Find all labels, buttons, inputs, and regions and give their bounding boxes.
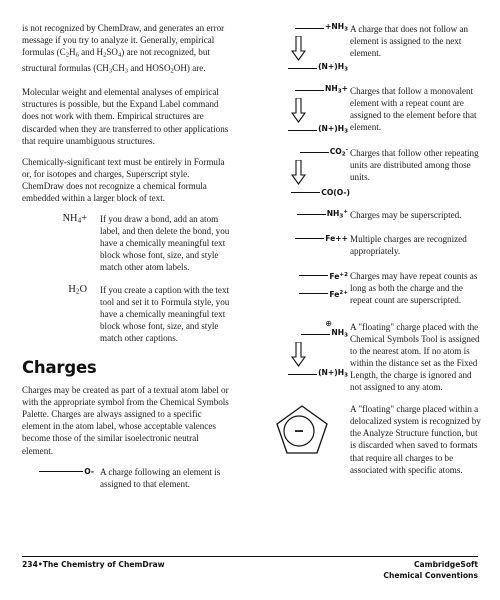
structure-art: NH3+: [258, 208, 350, 221]
definition-text-h2o: If you create a caption with the text to…: [100, 284, 230, 343]
footer-content: 234•The Chemistry of ChemDraw CambridgeS…: [22, 560, 478, 581]
bond-label-single: NH3+: [258, 208, 350, 221]
bond-line: [301, 333, 331, 335]
arrow-container: [258, 97, 350, 124]
document-page: is not recognized by ChemDraw, and gener…: [0, 0, 500, 600]
structure-entry-floating-charge-nearest-atom: ⊕ NH3 (N+)H3 A "floating" charge placed …: [258, 318, 482, 394]
cyclopentadienyl-anion-icon: [276, 405, 328, 454]
structure-description: A charge that does not follow an element…: [350, 24, 469, 59]
floating-plus-charge-icon: ⊕: [325, 318, 332, 328]
structure-art: NH3+ (N+)H3: [258, 84, 350, 137]
bond-line: [295, 238, 325, 240]
structure-description: Multiple charges are recognized appropri…: [350, 234, 467, 257]
bond-label-after: (N+)H3: [258, 62, 350, 75]
atom-label-plus-nh3: +NH3: [325, 22, 348, 33]
structure-entry-charge-repeat-count-superscript: Fe+2 Fe2+ Charges may have repeat counts…: [258, 269, 482, 306]
structure-art: +NH3 (N+)H3: [258, 22, 350, 75]
structure-description: Charges that follow a monovalent element…: [350, 86, 477, 133]
atom-label-o-minus: O-: [84, 467, 94, 477]
footer-chapter: Chemical Conventions: [383, 570, 478, 580]
bond-line: [288, 373, 318, 375]
structure-entry-floating-charge-delocalized: A "floating" charge placed within a delo…: [258, 402, 482, 476]
bond-o-drawing: O-: [22, 466, 100, 478]
footer-publisher: CambridgeSoft: [413, 560, 478, 569]
footer-page-and-title: 234•The Chemistry of ChemDraw: [22, 560, 165, 569]
paragraph-chemically-significant: Chemically-significant text must be enti…: [22, 156, 225, 203]
atom-label-nh3-superscript-plus: NH3+: [326, 208, 348, 220]
atom-label-fe-superscript-plus-2: Fe+2: [329, 271, 348, 281]
structure-entry-charge-multiple: Fe++ Multiple charges are recognized app…: [258, 232, 482, 257]
down-arrow-icon: [290, 98, 306, 123]
atom-label-n-plus-h3: (N+)H3: [318, 62, 348, 73]
bond-label-before: +NH3: [258, 22, 350, 35]
atom-label-co2-minus: CO2-: [329, 146, 348, 158]
footer-divider: [22, 556, 478, 557]
structure-bond-oxygen-anion: O-: [22, 466, 100, 478]
paragraph-charges-intro: Charges may be created as part of a text…: [22, 385, 229, 456]
definition-row-h2o: H2O If you create a caption with the tex…: [22, 284, 232, 344]
left-column: is not recognized by ChemDraw, and gener…: [0, 22, 250, 500]
bond-line: [295, 28, 325, 29]
bond-line: [288, 68, 318, 69]
bond-line: [299, 275, 329, 277]
structure-description: A "floating" charge placed within a delo…: [350, 404, 481, 475]
down-arrow-icon: [290, 341, 306, 367]
structure-art: CO2- CO(O-): [258, 146, 350, 199]
bond-label-before: Fe+2: [258, 269, 350, 282]
down-arrow-icon: [290, 36, 306, 61]
bond-label-after: (N+)H3: [258, 124, 350, 137]
atom-label-nh3: NH3: [331, 327, 348, 339]
arrow-container: [258, 341, 350, 368]
bond-line: [291, 192, 321, 193]
definition-list: NH4+ If you draw a bond, add an atom lab…: [22, 213, 232, 344]
two-column-layout: is not recognized by ChemDraw, and gener…: [0, 22, 500, 500]
footer-publisher-block: CambridgeSoft Chemical Conventions: [383, 560, 478, 581]
structure-entry-charge-monovalent-repeat-count: NH3+ (N+)H3 Charges that follow a monova…: [258, 84, 482, 137]
structure-art: Fe+2 Fe2+: [258, 269, 350, 300]
formula-nh4-plus: NH4+: [62, 213, 87, 225]
bond-line: [295, 90, 324, 91]
structure-description: A "floating" charge placed with the Chem…: [350, 321, 480, 393]
section-heading-charges: Charges: [22, 358, 97, 378]
definition-text-nh4: If you draw a bond, add an atom label, a…: [100, 214, 230, 273]
structure-entry-charge-repeating-units: CO2- CO(O-) Charges that follow other re…: [258, 146, 482, 199]
structure-entry-charge-superscripted: NH3+ Charges may be superscripted.: [258, 208, 482, 221]
bond-label-after: CO(O-): [258, 186, 350, 199]
arrow-container: [258, 159, 350, 186]
structure-art: Fe++: [258, 232, 350, 245]
bond-label-before: CO2-: [258, 146, 350, 159]
bond-line: [296, 214, 326, 215]
bond-label-before: NH3+: [258, 84, 350, 97]
atom-label-fe-plus-plus: Fe++: [325, 234, 348, 244]
structure-art: ⊕ NH3 (N+)H3: [258, 318, 350, 381]
formula-h2o: H2O: [68, 283, 87, 296]
paragraph-molecular-weight: Molecular weight and elemental analyses …: [22, 87, 229, 146]
bond-line: [39, 471, 84, 473]
down-arrow-icon: [290, 160, 306, 185]
definition-row-nh4: NH4+ If you draw a bond, add an atom lab…: [22, 213, 232, 273]
atom-label-n-plus-h3: (N+)H3: [318, 124, 348, 135]
arrow-container: [258, 35, 350, 62]
bond-line: [299, 293, 329, 295]
page-footer: 234•The Chemistry of ChemDraw CambridgeS…: [22, 556, 478, 581]
bond-label-single: Fe++: [258, 232, 350, 245]
atom-label-nh3-plus: NH3+: [325, 84, 348, 95]
structure-description: Charges may have repeat counts as long a…: [350, 271, 478, 306]
bond-line: [299, 152, 329, 153]
atom-label-co-o-minus: CO(O-): [321, 188, 350, 197]
structure-art: [258, 402, 350, 458]
bond-line: [288, 130, 318, 131]
right-column: +NH3 (N+)H3 A charge that does not follo…: [250, 22, 500, 500]
atom-label-fe-superscript-2-plus: Fe2+: [329, 289, 348, 299]
structure-entry-charge-not-following-element: +NH3 (N+)H3 A charge that does not follo…: [258, 22, 482, 75]
bond-label-before: NH3: [258, 328, 350, 341]
structure-description: Charges may be superscripted.: [350, 210, 462, 220]
bond-label-after: Fe2+: [258, 287, 350, 300]
paragraph-empirical-formulas: is not recognized by ChemDraw, and gener…: [22, 23, 225, 75]
atom-label-n-plus-h3: (N+)H3: [318, 367, 348, 379]
charge-example-description: A charge following an element is assigne…: [100, 466, 221, 489]
structure-description: Charges that follow other repeating unit…: [350, 148, 479, 183]
charge-example-row: O- A charge following an element is assi…: [22, 466, 232, 490]
bond-label-after: (N+)H3: [258, 368, 350, 381]
